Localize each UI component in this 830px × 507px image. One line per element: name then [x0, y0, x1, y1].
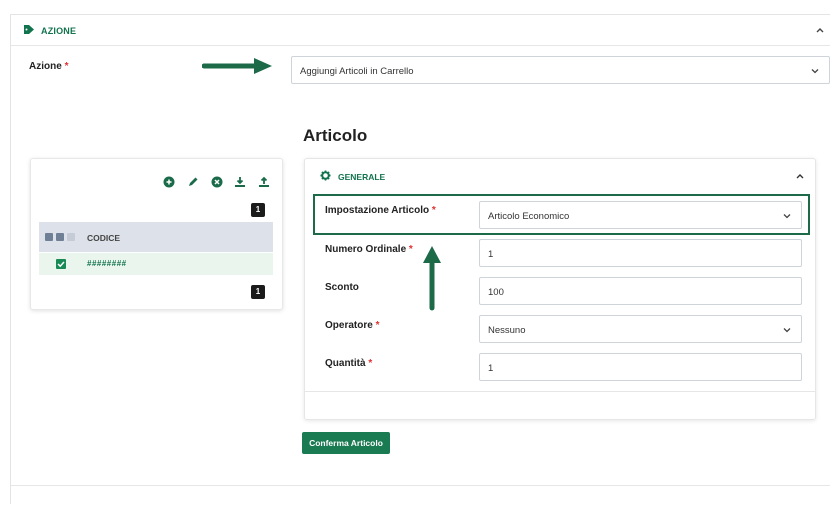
azione-select[interactable]: Aggiungi Articoli in Carrello: [291, 56, 830, 84]
field-label-text: Sconto: [325, 282, 359, 293]
row-checkbox[interactable]: [56, 259, 66, 269]
conferma-articolo-button[interactable]: Conferma Articolo: [302, 432, 390, 454]
required-marker: *: [368, 358, 373, 369]
table-row[interactable]: ########: [39, 253, 273, 275]
chevron-up-icon[interactable]: [815, 25, 825, 35]
input-value: 1: [488, 363, 494, 374]
articolo-heading: Articolo: [303, 126, 368, 145]
generale-card-header[interactable]: GENERALE: [305, 159, 815, 193]
row-code: ########: [87, 259, 127, 268]
add-icon[interactable]: [162, 175, 176, 189]
numero-ordinale-input[interactable]: 1: [479, 239, 802, 267]
download-icon[interactable]: [233, 175, 247, 189]
input-value: 1: [488, 249, 494, 260]
codes-panel: 1 CODICE ######## 1: [30, 158, 283, 310]
chevron-down-icon: [811, 69, 819, 74]
page-count-badge: 1: [251, 203, 265, 217]
required-marker: *: [408, 244, 413, 255]
quantita-label: Quantità *: [325, 358, 372, 369]
field-label-text: Numero Ordinale: [325, 244, 407, 255]
section-title: AZIONE: [41, 26, 77, 36]
select-page-checkbox[interactable]: [56, 233, 64, 241]
input-value: 100: [488, 287, 504, 298]
azione-section-header[interactable]: AZIONE: [11, 15, 830, 46]
required-marker: *: [375, 320, 380, 331]
quantita-input[interactable]: 1: [479, 353, 802, 381]
gear-icon: [320, 170, 331, 181]
azione-label-text: Azione: [29, 61, 62, 72]
page-count-badge-bottom: 1: [251, 285, 265, 299]
field-label-text: Operatore: [325, 320, 373, 331]
remove-icon[interactable]: [210, 175, 224, 189]
tag-icon: [24, 25, 34, 34]
upload-icon[interactable]: [257, 175, 271, 189]
card-title: GENERALE: [338, 172, 386, 182]
highlight-box: [313, 194, 810, 235]
check-icon: [57, 261, 65, 268]
arrow-up-icon: [423, 246, 441, 311]
sconto-input[interactable]: 100: [479, 277, 802, 305]
chevron-down-icon: [783, 328, 791, 333]
arrow-right-icon: [202, 58, 272, 74]
azione-label: Azione *: [29, 61, 68, 72]
azione-select-value: Aggiungi Articoli in Carrello: [300, 66, 414, 77]
deselect-checkbox[interactable]: [67, 233, 75, 241]
edit-icon[interactable]: [186, 175, 200, 189]
footer-divider: [10, 485, 830, 486]
field-label-text: Quantità: [325, 358, 366, 369]
column-header-codice[interactable]: CODICE: [87, 233, 120, 243]
chevron-up-icon[interactable]: [795, 172, 805, 180]
operatore-select[interactable]: Nessuno: [479, 315, 802, 343]
card-divider: [305, 391, 815, 392]
required-marker: *: [64, 61, 69, 72]
operatore-label: Operatore *: [325, 320, 379, 331]
numero-ordinale-label: Numero Ordinale *: [325, 244, 413, 255]
table-header: CODICE: [39, 222, 273, 252]
select-value: Nessuno: [488, 325, 526, 336]
sconto-label: Sconto: [325, 282, 359, 293]
select-all-checkbox[interactable]: [45, 233, 53, 241]
